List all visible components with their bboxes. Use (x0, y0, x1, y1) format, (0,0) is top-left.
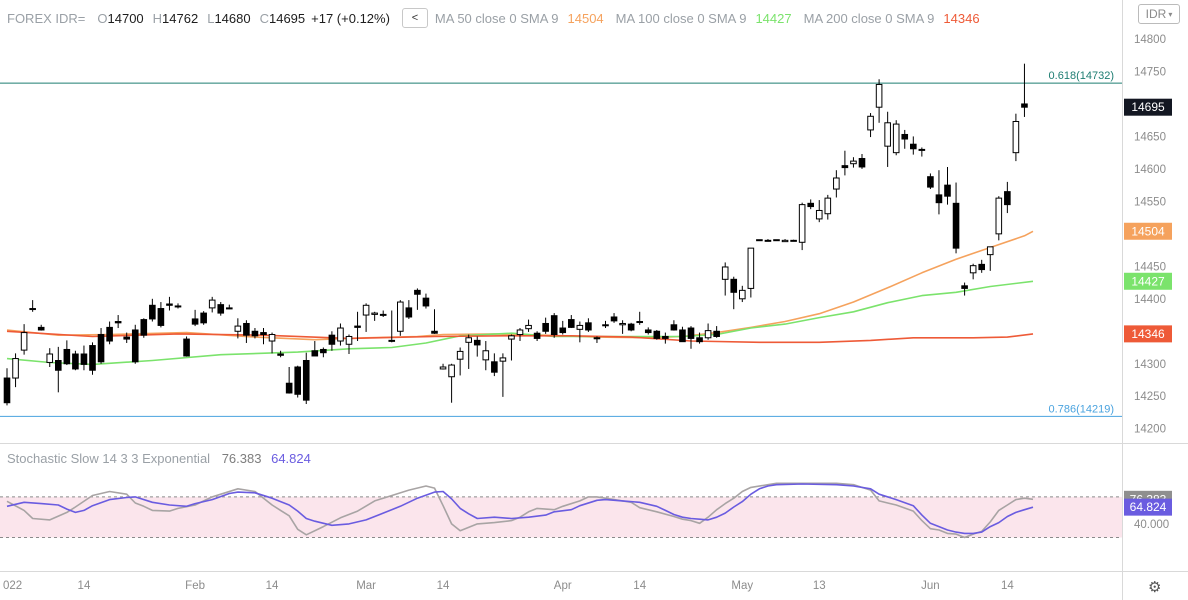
x-tick-label: Jun (921, 580, 940, 592)
collapse-legend-button[interactable]: < (401, 8, 428, 28)
x-tick-label: 14 (633, 580, 646, 592)
candle (302, 352, 310, 405)
stochastic-badge: 64.824 (1124, 498, 1172, 516)
low-value: 14680 (214, 10, 251, 26)
open-label: O (97, 10, 108, 26)
candle (140, 318, 148, 338)
y-tick-label: 14650 (1134, 131, 1166, 143)
y-tick-label: 14300 (1134, 359, 1166, 371)
y-tick-label: 14800 (1134, 34, 1166, 46)
candle (294, 365, 301, 398)
svg-text:14346: 14346 (1131, 327, 1165, 341)
high-value: 14762 (162, 10, 199, 26)
fib-level-label: 0.618(14732) (1049, 70, 1114, 82)
x-tick-label: 022 (3, 580, 22, 592)
open-value: 14700 (107, 10, 144, 26)
price-legend: FOREX IDR= O 14700 H 14762 L 14680 C 14695 +… (7, 8, 980, 28)
y-tick-label: 14550 (1134, 196, 1166, 208)
candle (756, 239, 763, 242)
y-tick-label: 14750 (1134, 66, 1166, 78)
x-tick-label: 13 (813, 580, 826, 592)
x-tick-label: Mar (356, 580, 376, 592)
svg-text:14695: 14695 (1131, 100, 1165, 114)
high-label: H (152, 10, 163, 26)
y-tick-label: 14450 (1134, 261, 1166, 273)
candle (131, 324, 139, 364)
candle (773, 239, 780, 242)
y-tick-label: 14400 (1134, 294, 1166, 306)
candle (72, 350, 79, 371)
price-badge: 14427 (1124, 272, 1172, 290)
ma50-label: MA 50 close 0 SMA 9 (434, 10, 559, 26)
ma100-label: MA 100 close 0 SMA 9 (615, 10, 747, 26)
ma50-value: 14504 (567, 10, 604, 26)
price-badge: 14504 (1124, 222, 1172, 240)
gear-icon[interactable]: ⚙ (1148, 578, 1161, 596)
candle (183, 336, 190, 357)
x-tick-label: 14 (78, 580, 91, 592)
low-label: L (207, 10, 215, 26)
change-value: +17 (+0.12%) (311, 10, 390, 26)
ma200-label: MA 200 close 0 SMA 9 (803, 10, 935, 26)
close-value: 14695 (268, 10, 306, 26)
price-badge: 14695 (1124, 98, 1172, 116)
stochastic-k-value: 76.383 (221, 451, 262, 466)
candle (995, 196, 1003, 241)
stochastic-d-value: 64.824 (271, 451, 311, 466)
stochastic-label: Stochastic Slow 14 3 3 Exponential (7, 451, 211, 466)
x-tick-label: May (731, 580, 753, 592)
close-label: C (259, 10, 269, 26)
candle (89, 342, 96, 375)
candle (790, 239, 797, 242)
x-tick-label: 14 (266, 580, 279, 592)
y-tick-label: 14250 (1134, 391, 1166, 403)
ma100-value: 14427 (755, 10, 792, 26)
svg-text:14427: 14427 (1131, 274, 1165, 288)
currency-button[interactable]: IDR ▾ (1138, 4, 1180, 24)
symbol-name: FOREX IDR= (7, 10, 86, 26)
candle (627, 322, 635, 332)
candle (550, 313, 558, 338)
ma200-value: 14346 (943, 10, 980, 26)
currency-label: IDR (1145, 7, 1167, 21)
x-tick-label: Apr (554, 580, 572, 592)
x-tick-label: Feb (185, 580, 205, 592)
svg-text:14504: 14504 (1131, 224, 1165, 238)
svg-text:64.824: 64.824 (1130, 500, 1167, 514)
stochastic-tick-label: 40.000 (1134, 519, 1169, 531)
stochastic-legend: Stochastic Slow 14 3 3 Exponential 76.38… (7, 451, 311, 466)
price-badge: 14346 (1124, 325, 1172, 343)
chevron-down-icon: ▾ (1168, 9, 1173, 19)
x-tick-label: 14 (1001, 580, 1014, 592)
fib-level-label: 0.786(14219) (1049, 403, 1114, 415)
chart-canvas[interactable]: 0.618(14732) 0.786(14219) 14800 14750 14700… (0, 0, 1188, 600)
candle (653, 329, 661, 340)
y-tick-label: 14200 (1134, 424, 1166, 436)
y-tick-label: 14600 (1134, 164, 1166, 176)
x-tick-label: 14 (437, 580, 450, 592)
candle (397, 300, 404, 336)
candle (200, 311, 207, 325)
candle (892, 120, 900, 156)
